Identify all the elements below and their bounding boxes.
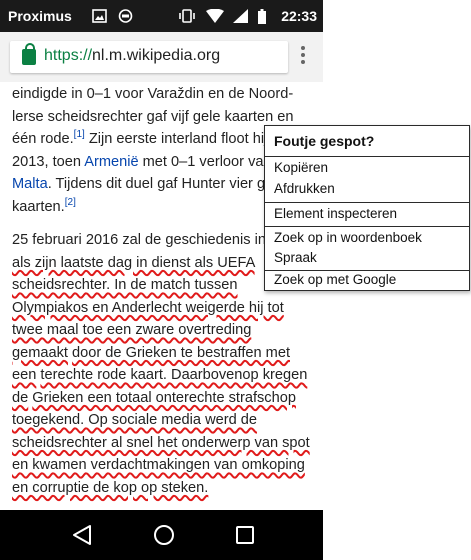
- image-icon: [92, 9, 107, 24]
- overflow-menu-icon[interactable]: [292, 43, 314, 71]
- recent-apps-icon[interactable]: [233, 523, 257, 547]
- voicemail-icon: [118, 9, 133, 24]
- wifi-icon: [205, 9, 224, 24]
- menu-divider: [265, 270, 469, 271]
- lock-icon: [22, 43, 36, 65]
- menu-item-google-search[interactable]: Zoek op met Google: [274, 272, 396, 287]
- url-scheme: https://: [44, 47, 93, 64]
- menu-divider: [265, 226, 469, 227]
- navigation-bar: [0, 510, 323, 560]
- reference-link-1[interactable]: [1]: [74, 129, 85, 140]
- url-field[interactable]: https://nl.m.wikipedia.org: [10, 41, 288, 73]
- menu-divider: [265, 156, 469, 157]
- menu-item-inspect-element[interactable]: Element inspecteren: [274, 206, 397, 221]
- link-armenie[interactable]: Armenië: [84, 154, 138, 170]
- menu-divider: [265, 202, 469, 203]
- status-bar: Proximus 22:33: [0, 0, 323, 32]
- context-menu: Foutje gespot? Kopiëren Afdrukken Elemen…: [264, 125, 470, 291]
- clock: 22:33: [281, 8, 317, 25]
- browser-toolbar: https://nl.m.wikipedia.org: [0, 32, 323, 83]
- home-icon[interactable]: [152, 523, 176, 547]
- context-menu-title: Foutje gespot?: [274, 133, 375, 149]
- menu-item-print[interactable]: Afdrukken: [274, 181, 335, 196]
- carrier-name: Proximus: [8, 8, 72, 24]
- menu-item-speech[interactable]: Spraak: [274, 250, 317, 265]
- link-malta[interactable]: Malta: [12, 176, 48, 192]
- menu-item-copy[interactable]: Kopiëren: [274, 160, 328, 175]
- url-host: nl.m.wikipedia.org: [92, 47, 221, 64]
- signal-icon: [233, 9, 249, 24]
- battery-icon: [258, 8, 267, 24]
- back-icon[interactable]: [70, 523, 94, 547]
- vibrate-icon: [178, 9, 195, 24]
- reference-link-2[interactable]: [2]: [65, 197, 76, 208]
- menu-item-dictionary-lookup[interactable]: Zoek op in woordenboek: [274, 230, 422, 245]
